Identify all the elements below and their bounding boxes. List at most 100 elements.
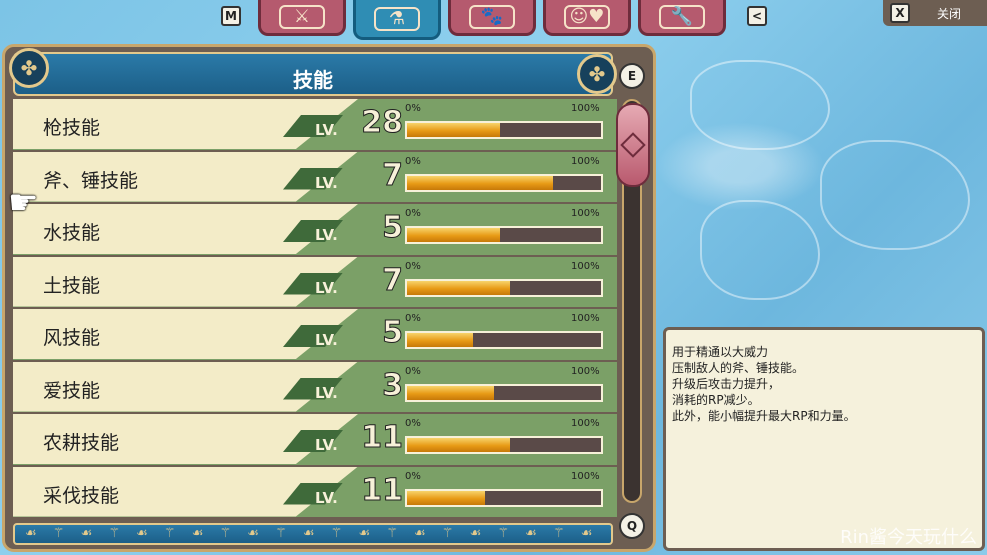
prev-tab-key-m[interactable]: M [221, 6, 241, 26]
progress-max-label: 100% [571, 418, 600, 429]
experience-bar [405, 383, 603, 402]
skill-level: 3 [382, 367, 404, 403]
tab-skills[interactable]: ⚗ [353, 0, 441, 40]
level-label: LV. [315, 436, 338, 454]
skill-level: 11 [361, 472, 404, 508]
page-title: 技能 [293, 68, 333, 92]
description-line: 压制敌人的斧、锤技能。 [672, 361, 805, 375]
tab-monsters[interactable]: 🐾 [448, 0, 536, 36]
level-label: LV. [315, 331, 338, 349]
water-caustic [690, 60, 830, 150]
progress-max-label: 100% [571, 103, 600, 114]
skill-list: 枪技能 LV. 28 0% 100% 斧、锤技能 LV. 7 0% 100% 水… [13, 99, 617, 519]
tab-relationships[interactable]: ☺♥ [543, 0, 631, 36]
level-label: LV. [315, 488, 338, 507]
wrench-icon: 🔧 [659, 4, 705, 29]
progress-min-label: 0% [405, 418, 421, 429]
skill-description: 用于精通以大威力 压制敌人的斧、锤技能。 升级后攻击力提升， 消耗的RP减少。 … [663, 327, 985, 551]
water-caustic [820, 140, 970, 250]
description-line: 用于精通以大威力 [672, 345, 769, 359]
experience-bar-fill [407, 280, 510, 295]
experience-bar [405, 488, 603, 507]
tab-equipment[interactable]: ⚔ [258, 0, 346, 36]
skill-name: 斧、锤技能 [43, 169, 139, 192]
scroll-track[interactable] [616, 99, 650, 503]
skill-name: 枪技能 [43, 117, 101, 139]
next-tab-key[interactable]: < [747, 6, 767, 26]
skill-row[interactable]: 采伐技能 LV. 11 0% 100% [13, 466, 617, 519]
progress-min-label: 0% [405, 155, 421, 167]
scroll-thumb[interactable] [616, 103, 650, 187]
watermark: Rin酱今天玩什么 [840, 527, 977, 548]
experience-bar-fill [407, 438, 510, 452]
scroll-up-key-e[interactable]: E [619, 63, 645, 89]
panel-footer-ornament: ☙ ⚚ ☙ ⚚ ☙ ⚚ ☙ ⚚ ☙ ⚚ ☙ ⚚ ☙ ⚚ ☙ ⚚ ☙ ⚚ ☙ ⚚ … [13, 523, 613, 545]
experience-bar-fill [407, 123, 501, 137]
flask-hammer-icon: ⚗ [374, 6, 420, 31]
face-heart-icon: ☺♥ [564, 4, 610, 29]
water-caustic [700, 200, 820, 300]
skill-name: 水技能 [43, 222, 101, 244]
pointer-hand-icon: ☛ [8, 183, 39, 223]
experience-bar [405, 173, 603, 192]
experience-bar-fill [407, 175, 553, 190]
description-line: 消耗的RP减少。 [672, 393, 760, 407]
skill-name: 爱技能 [43, 379, 101, 402]
close-button[interactable]: X 关闭 [883, 0, 987, 26]
experience-bar [405, 278, 603, 297]
experience-bar-fill [407, 490, 485, 505]
level-label: LV. [315, 278, 338, 297]
diamond-icon [620, 132, 646, 158]
close-label: 关闭 [937, 6, 962, 21]
monsters-icon: 🐾 [469, 4, 515, 29]
experience-bar-fill [407, 385, 495, 400]
progress-max-label: 100% [571, 155, 600, 167]
skill-level: 5 [382, 210, 404, 246]
progress-min-label: 0% [405, 470, 421, 482]
skill-row[interactable]: 爱技能 LV. 3 0% 100% [13, 361, 617, 414]
close-key-x: X [890, 3, 910, 23]
progress-min-label: 0% [405, 313, 421, 324]
skill-level: 28 [361, 105, 404, 141]
experience-bar [405, 436, 603, 454]
progress-min-label: 0% [405, 208, 421, 219]
experience-bar [405, 121, 603, 139]
level-label: LV. [315, 226, 338, 244]
skill-level: 7 [382, 157, 404, 193]
progress-max-label: 100% [571, 260, 600, 272]
skill-name: 农耕技能 [43, 432, 120, 454]
level-label: LV. [315, 121, 338, 139]
skill-name: 风技能 [43, 327, 101, 349]
level-label: LV. [315, 173, 338, 192]
progress-min-label: 0% [405, 260, 421, 272]
level-label: LV. [315, 383, 338, 402]
skills-panel: ✤ 技能 ✤ 枪技能 LV. 28 0% 100% 斧、锤技能 LV. 7 0%… [2, 44, 656, 552]
tab-settings[interactable]: 🔧 [638, 0, 726, 36]
experience-bar-fill [407, 333, 473, 347]
scroll-down-key-q[interactable]: Q [619, 513, 645, 539]
description-line: 此外，能小幅提升最大RP和力量。 [672, 409, 856, 423]
progress-max-label: 100% [571, 365, 600, 377]
skill-row[interactable]: 枪技能 LV. 28 0% 100% [13, 99, 617, 152]
skill-row[interactable]: 水技能 LV. 5 0% 100% [13, 204, 617, 257]
sword-shield-icon: ⚔ [279, 4, 325, 29]
experience-bar-fill [407, 228, 501, 242]
experience-bar [405, 331, 603, 349]
skill-name: 采伐技能 [43, 484, 120, 507]
skill-row[interactable]: 风技能 LV. 5 0% 100% [13, 309, 617, 362]
progress-max-label: 100% [571, 208, 600, 219]
panel-header: ✤ 技能 ✤ [9, 48, 617, 96]
ornament-icon: ✤ [577, 54, 617, 94]
skill-row[interactable]: 农耕技能 LV. 11 0% 100% [13, 414, 617, 467]
skill-name: 土技能 [43, 274, 101, 297]
scrollbar[interactable]: E Q [615, 63, 650, 540]
progress-min-label: 0% [405, 365, 421, 377]
description-line: 升级后攻击力提升， [672, 377, 781, 391]
skill-level: 7 [382, 262, 404, 298]
skill-row[interactable]: 土技能 LV. 7 0% 100% [13, 256, 617, 309]
progress-max-label: 100% [571, 470, 600, 482]
progress-max-label: 100% [571, 313, 600, 324]
skill-level: 5 [382, 315, 404, 351]
skill-row[interactable]: 斧、锤技能 LV. 7 0% 100% [13, 151, 617, 204]
experience-bar [405, 226, 603, 244]
